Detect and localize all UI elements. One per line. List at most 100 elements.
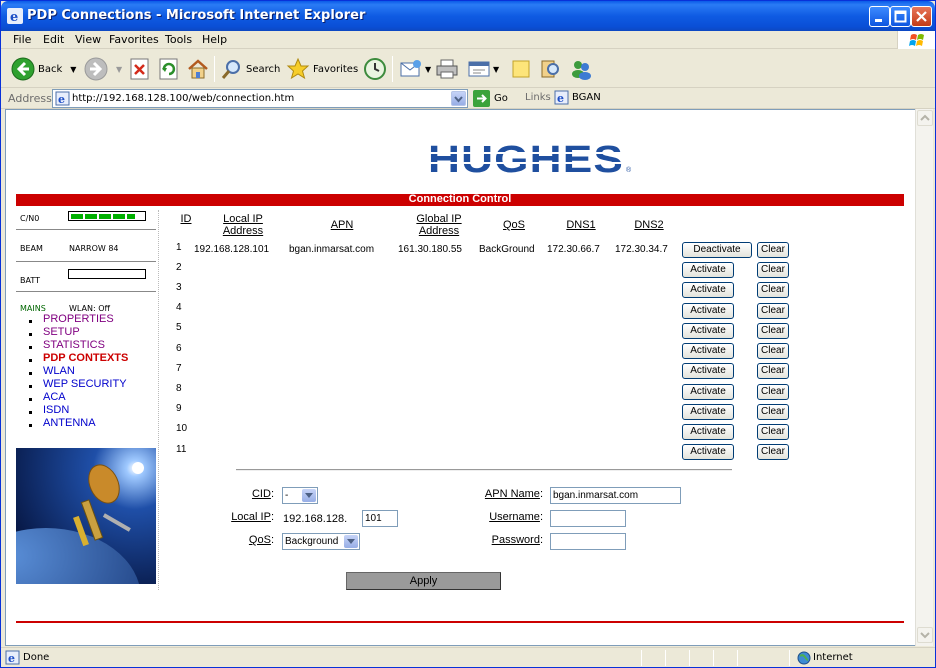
username-input[interactable] — [550, 510, 626, 527]
activate-button-9[interactable]: Activate — [682, 404, 734, 420]
activate-button-3[interactable]: Activate — [682, 282, 734, 298]
nav-setup[interactable]: SETUP — [16, 326, 128, 339]
edit-dropdown-icon[interactable]: ▼ — [493, 65, 499, 74]
cell-dns1: 172.30.66.7 — [547, 244, 600, 255]
stop-icon — [130, 58, 149, 80]
mail-dropdown-icon[interactable]: ▼ — [425, 65, 431, 74]
refresh-button[interactable] — [159, 55, 179, 83]
svg-text:HUGHES: HUGHES — [428, 142, 624, 178]
batt-row: BATT — [16, 264, 156, 292]
search-button[interactable]: Search — [221, 55, 280, 83]
menu-edit[interactable]: Edit — [43, 33, 64, 46]
password-input[interactable] — [550, 533, 626, 550]
back-dropdown-icon[interactable]: ▼ — [70, 65, 76, 74]
nav-pdp-contexts[interactable]: PDP CONTEXTS — [16, 352, 128, 365]
row-id: 5 — [176, 322, 182, 333]
forward-dropdown-icon[interactable]: ▼ — [116, 65, 122, 74]
activate-button-7[interactable]: Activate — [682, 363, 734, 379]
forward-button[interactable]: ▼ — [84, 55, 122, 83]
forward-arrow-icon — [84, 57, 108, 81]
go-button[interactable]: Go — [473, 90, 508, 107]
qos-select[interactable]: Background — [282, 533, 360, 550]
nav-aca[interactable]: ACA — [16, 391, 128, 404]
apply-button[interactable]: Apply — [346, 572, 501, 590]
nav-properties[interactable]: PROPERTIES — [16, 313, 128, 326]
activate-button-2[interactable]: Activate — [682, 262, 734, 278]
discuss-button[interactable] — [510, 55, 532, 83]
windows-logo-icon — [897, 31, 935, 49]
apn-name-input[interactable]: bgan.inmarsat.com — [550, 487, 681, 504]
menu-file[interactable]: File — [13, 33, 31, 46]
back-button[interactable]: Back ▼ — [11, 55, 76, 83]
activate-button-4[interactable]: Activate — [682, 303, 734, 319]
scroll-down-button[interactable] — [917, 627, 933, 643]
battery-meter — [68, 269, 146, 279]
address-bar: Address e http://192.168.128.100/web/con… — [1, 88, 935, 109]
chevron-up-icon — [920, 114, 930, 121]
links-label[interactable]: Links — [525, 92, 551, 103]
clear-button-2[interactable]: Clear — [757, 262, 789, 278]
menu-tools[interactable]: Tools — [165, 33, 192, 46]
clear-button-3[interactable]: Clear — [757, 282, 789, 298]
clear-button-9[interactable]: Clear — [757, 404, 789, 420]
clear-button-7[interactable]: Clear — [757, 363, 789, 379]
apn-name-label: APN Name: — [484, 488, 543, 500]
nav-isdn[interactable]: ISDN — [16, 404, 128, 417]
mail-button[interactable]: ▼ — [399, 55, 431, 83]
menu-view[interactable]: View — [75, 33, 101, 46]
favorites-button[interactable]: Favorites — [286, 55, 358, 83]
satellite-image — [16, 448, 156, 584]
edit-button[interactable]: ▼ — [467, 55, 499, 83]
minimize-icon — [875, 19, 882, 22]
nav-wep-security[interactable]: WEP SECURITY — [16, 378, 128, 391]
clear-button-8[interactable]: Clear — [757, 384, 789, 400]
menu-favorites[interactable]: Favorites — [109, 33, 159, 46]
nav-antenna[interactable]: ANTENNA — [16, 417, 128, 430]
close-button[interactable] — [911, 6, 932, 27]
clear-button-10[interactable]: Clear — [757, 424, 789, 440]
home-icon — [188, 59, 208, 79]
research-button[interactable] — [539, 55, 561, 83]
deactivate-button-1[interactable]: Deactivate — [682, 242, 752, 258]
clear-button-5[interactable]: Clear — [757, 323, 789, 339]
clear-button-4[interactable]: Clear — [757, 303, 789, 319]
cell-apn: bgan.inmarsat.com — [289, 244, 375, 255]
title-bar[interactable]: e PDP Connections - Microsoft Internet E… — [1, 1, 935, 31]
svg-text:®: ® — [626, 166, 632, 174]
activate-button-11[interactable]: Activate — [682, 444, 734, 460]
local-ip-suffix-input[interactable]: 101 — [362, 510, 398, 527]
status-text: Done — [23, 652, 50, 663]
sidebar-divider — [158, 210, 159, 590]
cn0-bar — [127, 214, 135, 219]
activate-button-5[interactable]: Activate — [682, 323, 734, 339]
nav-statistics[interactable]: STATISTICS — [16, 339, 128, 352]
activate-button-6[interactable]: Activate — [682, 343, 734, 359]
address-input[interactable]: e http://192.168.128.100/web/connection.… — [52, 89, 468, 108]
bgan-link[interactable]: e BGAN — [554, 90, 601, 105]
cid-select[interactable]: - — [282, 487, 318, 504]
activate-button-10[interactable]: Activate — [682, 424, 734, 440]
back-arrow-icon — [11, 57, 35, 81]
cn0-row: C/N0 — [16, 208, 156, 230]
activate-button-8[interactable]: Activate — [682, 384, 734, 400]
address-dropdown-icon[interactable] — [451, 91, 466, 106]
page-icon: e — [55, 91, 70, 106]
vertical-scrollbar[interactable] — [915, 109, 933, 646]
minimize-button[interactable] — [869, 6, 890, 27]
chevron-down-icon — [344, 535, 358, 548]
stop-button[interactable] — [130, 55, 150, 83]
clear-button-6[interactable]: Clear — [757, 343, 789, 359]
scroll-up-button[interactable] — [917, 110, 933, 126]
mail-icon — [400, 60, 421, 77]
cn0-meter — [68, 211, 146, 221]
print-button[interactable] — [435, 55, 459, 83]
messenger-button[interactable] — [569, 55, 593, 83]
row-id: 2 — [176, 262, 182, 273]
history-button[interactable] — [363, 55, 387, 83]
nav-wlan[interactable]: WLAN — [16, 365, 128, 378]
home-button[interactable] — [187, 55, 209, 83]
menu-help[interactable]: Help — [202, 33, 227, 46]
clear-button-11[interactable]: Clear — [757, 444, 789, 460]
clear-button-1[interactable]: Clear — [757, 242, 789, 258]
maximize-button[interactable] — [890, 6, 911, 27]
